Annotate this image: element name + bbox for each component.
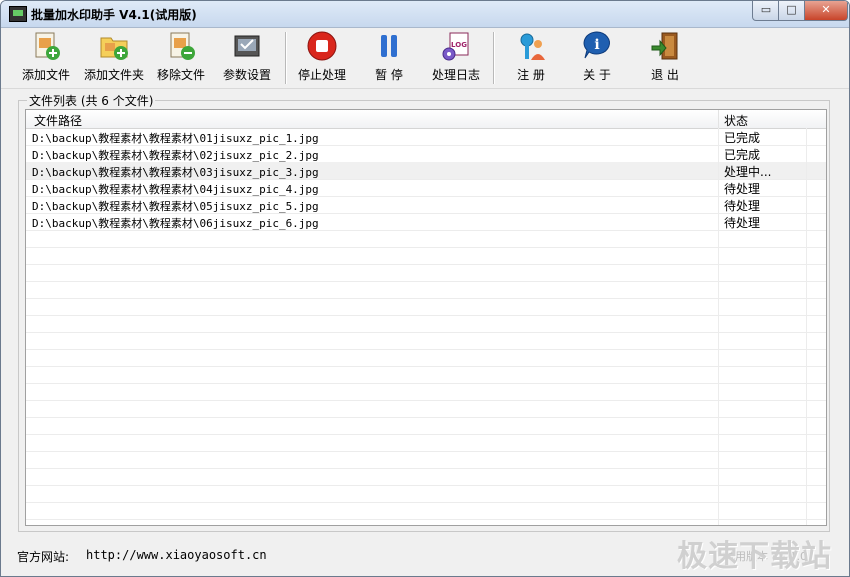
maximize-button[interactable]: □ [778,1,805,21]
add-file-button[interactable]: 添加文件 [15,30,77,86]
remove-file-button[interactable]: 移除文件 [151,30,211,86]
remove-file-icon [170,32,195,60]
register-button[interactable]: 注 册 [505,30,557,86]
row-gridline [26,485,826,486]
settings-button[interactable]: 参数设置 [217,30,277,86]
row-gridline [26,315,826,316]
file-path-cell: D:\backup\教程素材\教程素材\01jisuxz_pic_1.jpg [32,132,319,145]
row-gridline [26,349,826,350]
website-link[interactable]: http://www.xiaoyaosoft.cn [86,548,267,562]
row-gridline [26,519,826,520]
row-gridline [26,400,826,401]
about-info-icon: i [583,31,610,59]
row-gridline [26,247,826,248]
file-list[interactable]: 文件路径 状态 D:\backup\教程素材\教程素材\01jisuxz_pic… [25,109,827,526]
about-button[interactable]: i 关 于 [571,30,623,86]
file-path-cell: D:\backup\教程素材\教程素材\04jisuxz_pic_4.jpg [32,183,319,196]
exit-door-icon [651,32,678,60]
settings-icon [234,35,260,57]
add-folder-icon [100,37,128,60]
register-label: 注 册 [517,68,545,82]
toolbar-separator [285,32,287,84]
watermark-text: 极速下载站 [677,539,832,574]
log-button[interactable]: LOG 处理日志 [427,30,485,86]
toolbar: 添加文件 添加文件夹 移除文件 参数设置 停止处理 暂 停 LOG 处理日志 注… [1,28,849,89]
pause-label: 暂 停 [375,68,403,82]
log-icon-text: LOG [451,41,467,49]
toolbar-separator-2 [493,32,495,84]
add-file-icon [35,32,60,60]
close-button[interactable]: ✕ [804,1,848,21]
add-folder-label: 添加文件夹 [83,68,144,82]
table-row[interactable]: D:\backup\教程素材\教程素材\05jisuxz_pic_5.jpg 待… [26,196,826,214]
file-path-cell: D:\backup\教程素材\教程素材\06jisuxz_pic_6.jpg [32,217,319,230]
exit-label: 退 出 [651,68,679,82]
app-window: 批量加水印助手 V4.1(试用版) ▭ □ ✕ 添加文件 添加文件夹 移除文件 … [0,0,850,577]
table-row[interactable]: D:\backup\教程素材\教程素材\03jisuxz_pic_3.jpg 处… [26,162,826,180]
pause-button[interactable]: 暂 停 [363,30,415,86]
status-cell: 处理中... [724,165,772,179]
column-header-status[interactable]: 状态 [724,112,748,129]
table-row[interactable]: D:\backup\教程素材\教程素材\06jisuxz_pic_6.jpg 待… [26,213,826,231]
table-row[interactable]: D:\backup\教程素材\教程素材\04jisuxz_pic_4.jpg 待… [26,179,826,197]
add-folder-button[interactable]: 添加文件夹 [81,30,147,86]
file-path-cell: D:\backup\教程素材\教程素材\02jisuxz_pic_2.jpg [32,149,319,162]
website-label: 官方网站: [17,550,70,564]
settings-label: 参数设置 [222,68,271,82]
status-cell: 已完成 [724,148,761,162]
status-cell: 待处理 [724,216,761,230]
status-cell: 待处理 [724,182,761,196]
remove-file-label: 移除文件 [156,68,205,82]
row-gridline [26,264,826,265]
exit-button[interactable]: 退 出 [639,30,691,86]
row-gridline [26,383,826,384]
log-label: 处理日志 [431,68,480,82]
window-title: 批量加水印助手 V4.1(试用版) [31,8,197,22]
row-gridline [26,298,826,299]
list-header: 文件路径 状态 [26,110,826,129]
row-gridline [26,434,826,435]
table-row[interactable]: D:\backup\教程素材\教程素材\01jisuxz_pic_1.jpg 已… [26,128,826,146]
column-divider[interactable] [718,110,719,128]
row-gridline [26,332,826,333]
minimize-button[interactable]: ▭ [752,1,780,21]
about-label: 关 于 [583,68,611,82]
stop-icon [307,31,337,61]
column-gridline [806,128,807,525]
file-path-cell: D:\backup\教程素材\教程素材\03jisuxz_pic_3.jpg [32,166,319,179]
add-file-label: 添加文件 [21,68,70,82]
row-gridline [26,417,826,418]
status-cell: 已完成 [724,131,761,145]
stop-label: 停止处理 [297,68,346,82]
title-bar[interactable]: 批量加水印助手 V4.1(试用版) ▭ □ ✕ [1,1,849,28]
row-gridline [26,468,826,469]
row-gridline [26,451,826,452]
register-key-icon [520,33,545,60]
column-gridline [718,128,719,525]
row-gridline [26,366,826,367]
about-icon-letter: i [594,37,599,53]
pause-icon [381,35,397,57]
stop-button[interactable]: 停止处理 [293,30,351,86]
row-gridline [26,502,826,503]
log-icon: LOG [442,32,469,61]
file-list-group-label: 文件列表 (共 6 个文件) [27,92,156,109]
app-icon [9,6,27,22]
status-cell: 待处理 [724,199,761,213]
file-path-cell: D:\backup\教程素材\教程素材\05jisuxz_pic_5.jpg [32,200,319,213]
column-header-path[interactable]: 文件路径 [34,112,82,129]
table-row[interactable]: D:\backup\教程素材\教程素材\02jisuxz_pic_2.jpg 已… [26,145,826,163]
row-gridline [26,281,826,282]
